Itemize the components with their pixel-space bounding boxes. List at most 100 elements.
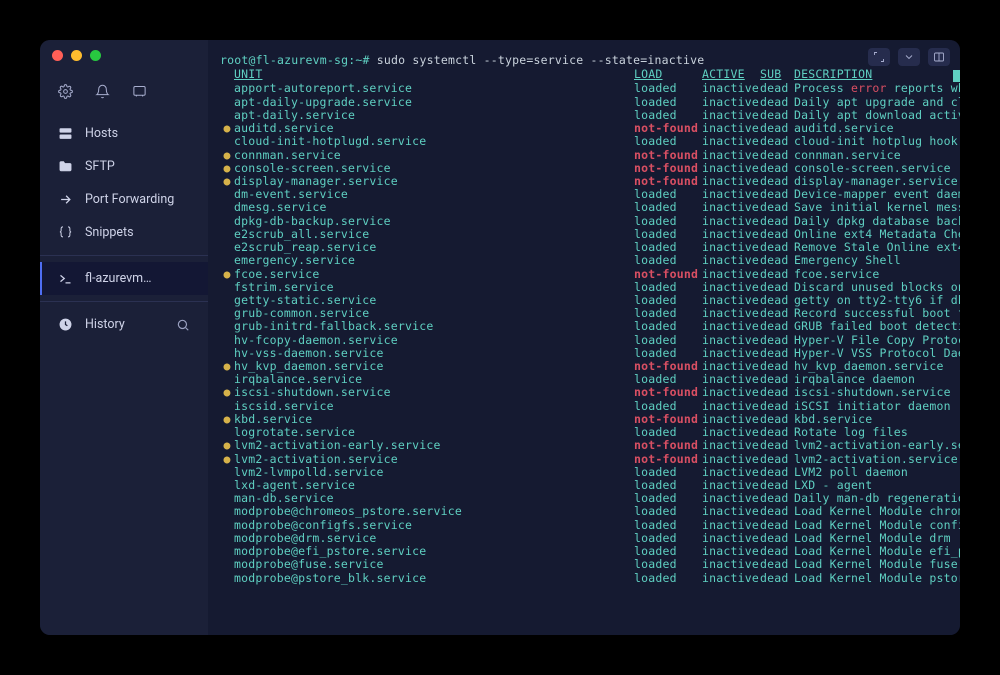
table-row: iscsid.serviceloadedinactivedeadiSCSI in… xyxy=(216,400,960,413)
cell-load: loaded xyxy=(634,82,702,95)
close-window-button[interactable] xyxy=(52,50,63,61)
search-icon[interactable] xyxy=(176,318,190,332)
split-icon[interactable] xyxy=(928,48,950,66)
expand-icon[interactable] xyxy=(868,48,890,66)
table-row: ●lvm2-activation-early.servicenot-foundi… xyxy=(216,439,960,452)
table-row: ●lvm2-activation.servicenot-foundinactiv… xyxy=(216,453,960,466)
status-dot xyxy=(220,96,234,109)
sidebar-item-label: Snippets xyxy=(85,225,134,240)
sidebar-item-snippets[interactable]: Snippets xyxy=(40,216,208,249)
gear-icon[interactable] xyxy=(58,84,73,103)
traffic-lights xyxy=(52,50,101,61)
cell-active: inactive xyxy=(702,96,760,109)
cell-active: inactive xyxy=(702,334,760,347)
cell-desc: LVM2 poll daemon xyxy=(794,466,960,479)
prompt-line: root@fl-azurevm-sg:~# sudo systemctl --t… xyxy=(216,54,960,67)
cell-sub: dead xyxy=(760,162,794,175)
cell-unit: console-screen.service xyxy=(234,162,634,175)
cell-sub: dead xyxy=(760,135,794,148)
cell-active: inactive xyxy=(702,572,760,585)
cell-sub: dead xyxy=(760,572,794,585)
folder-icon xyxy=(58,159,73,174)
vault-icon[interactable] xyxy=(132,84,147,103)
cell-active: inactive xyxy=(702,400,760,413)
cell-desc: Rotate log files xyxy=(794,426,960,439)
sidebar-item-hosts[interactable]: Hosts xyxy=(40,117,208,150)
status-dot: ● xyxy=(220,386,234,399)
more-icon[interactable] xyxy=(898,48,920,66)
cell-sub: dead xyxy=(760,254,794,267)
cell-desc: cloud-init hotplug hook daemon xyxy=(794,135,960,148)
cell-unit: fcoe.service xyxy=(234,268,634,281)
command-text: sudo systemctl --type=service --state=in… xyxy=(377,53,705,67)
cell-load: loaded xyxy=(634,519,702,532)
table-row: dmesg.serviceloadedinactivedeadSave init… xyxy=(216,201,960,214)
cell-sub: dead xyxy=(760,268,794,281)
bell-icon[interactable] xyxy=(95,84,110,103)
cell-desc: Remove Stale Online ext4 Meta xyxy=(794,241,960,254)
cell-sub: dead xyxy=(760,453,794,466)
cell-unit: cloud-init-hotplugd.service xyxy=(234,135,634,148)
cell-load: loaded xyxy=(634,400,702,413)
status-dot xyxy=(220,572,234,585)
sidebar-item-host-session[interactable]: fl-azurevm… xyxy=(40,262,208,295)
cell-desc: Discard unused blocks on file xyxy=(794,281,960,294)
cell-load: not-found xyxy=(634,162,702,175)
table-row: modprobe@pstore_blk.serviceloadedinactiv… xyxy=(216,572,960,585)
cell-active: inactive xyxy=(702,162,760,175)
table-row: apport-autoreport.serviceloadedinactived… xyxy=(216,82,960,95)
sidebar-item-label: Hosts xyxy=(85,126,118,141)
cell-active: inactive xyxy=(702,201,760,214)
cell-unit: apt-daily-upgrade.service xyxy=(234,96,634,109)
cell-load: loaded xyxy=(634,215,702,228)
cell-desc: Load Kernel Module chromeos_p xyxy=(794,505,960,518)
cell-active: inactive xyxy=(702,519,760,532)
minimize-window-button[interactable] xyxy=(71,50,82,61)
cell-unit: hv-fcopy-daemon.service xyxy=(234,334,634,347)
divider xyxy=(40,301,208,302)
cell-active: inactive xyxy=(702,149,760,162)
cell-desc: auditd.service xyxy=(794,122,960,135)
sidebar: Hosts SFTP Port Forwarding Snippets fl-a… xyxy=(40,40,208,635)
cell-unit: modprobe@configfs.service xyxy=(234,519,634,532)
cell-load: loaded xyxy=(634,96,702,109)
cell-desc: Load Kernel Module efi_pstore xyxy=(794,545,960,558)
cell-unit: connman.service xyxy=(234,149,634,162)
table-row: ●fcoe.servicenot-foundinactivedeadfcoe.s… xyxy=(216,268,960,281)
cell-desc: fcoe.service xyxy=(794,268,960,281)
table-row: modprobe@chromeos_pstore.serviceloadedin… xyxy=(216,505,960,518)
cell-desc: iSCSI initiator daemon (iscsi xyxy=(794,400,960,413)
cell-unit: dmesg.service xyxy=(234,201,634,214)
cell-active: inactive xyxy=(702,215,760,228)
col-sub: SUB xyxy=(760,68,794,81)
table-row: dpkg-db-backup.serviceloadedinactivedead… xyxy=(216,215,960,228)
cell-desc: Online ext4 Metadata Check fo xyxy=(794,228,960,241)
cell-active: inactive xyxy=(702,453,760,466)
table-row: emergency.serviceloadedinactivedeadEmerg… xyxy=(216,254,960,267)
cell-unit: lvm2-activation.service xyxy=(234,453,634,466)
cell-desc: getty on tty2-tty6 if dbus an xyxy=(794,294,960,307)
cell-load: loaded xyxy=(634,572,702,585)
cell-active: inactive xyxy=(702,268,760,281)
cell-load: not-found xyxy=(634,149,702,162)
cell-desc: Load Kernel Module fuse xyxy=(794,558,960,571)
cell-desc: Daily dpkg database backup se xyxy=(794,215,960,228)
server-icon xyxy=(58,126,73,141)
cell-desc: GRUB failed boot detection xyxy=(794,320,960,333)
cell-load: not-found xyxy=(634,439,702,452)
table-row: grub-initrd-fallback.serviceloadedinacti… xyxy=(216,320,960,333)
cell-load: loaded xyxy=(634,281,702,294)
cell-desc: Load Kernel Module configfs xyxy=(794,519,960,532)
cell-load: loaded xyxy=(634,135,702,148)
terminal-pane[interactable]: root@fl-azurevm-sg:~# sudo systemctl --t… xyxy=(208,40,960,635)
status-dot xyxy=(220,505,234,518)
maximize-window-button[interactable] xyxy=(90,50,101,61)
cell-unit: modprobe@fuse.service xyxy=(234,558,634,571)
sidebar-item-label: SFTP xyxy=(85,159,115,174)
sidebar-item-sftp[interactable]: SFTP xyxy=(40,150,208,183)
cell-unit: modprobe@chromeos_pstore.service xyxy=(234,505,634,518)
table-row: ●iscsi-shutdown.servicenot-foundinactive… xyxy=(216,386,960,399)
sidebar-item-portfwd[interactable]: Port Forwarding xyxy=(40,183,208,216)
cell-desc: kbd.service xyxy=(794,413,960,426)
sidebar-item-history[interactable]: History xyxy=(40,308,208,341)
